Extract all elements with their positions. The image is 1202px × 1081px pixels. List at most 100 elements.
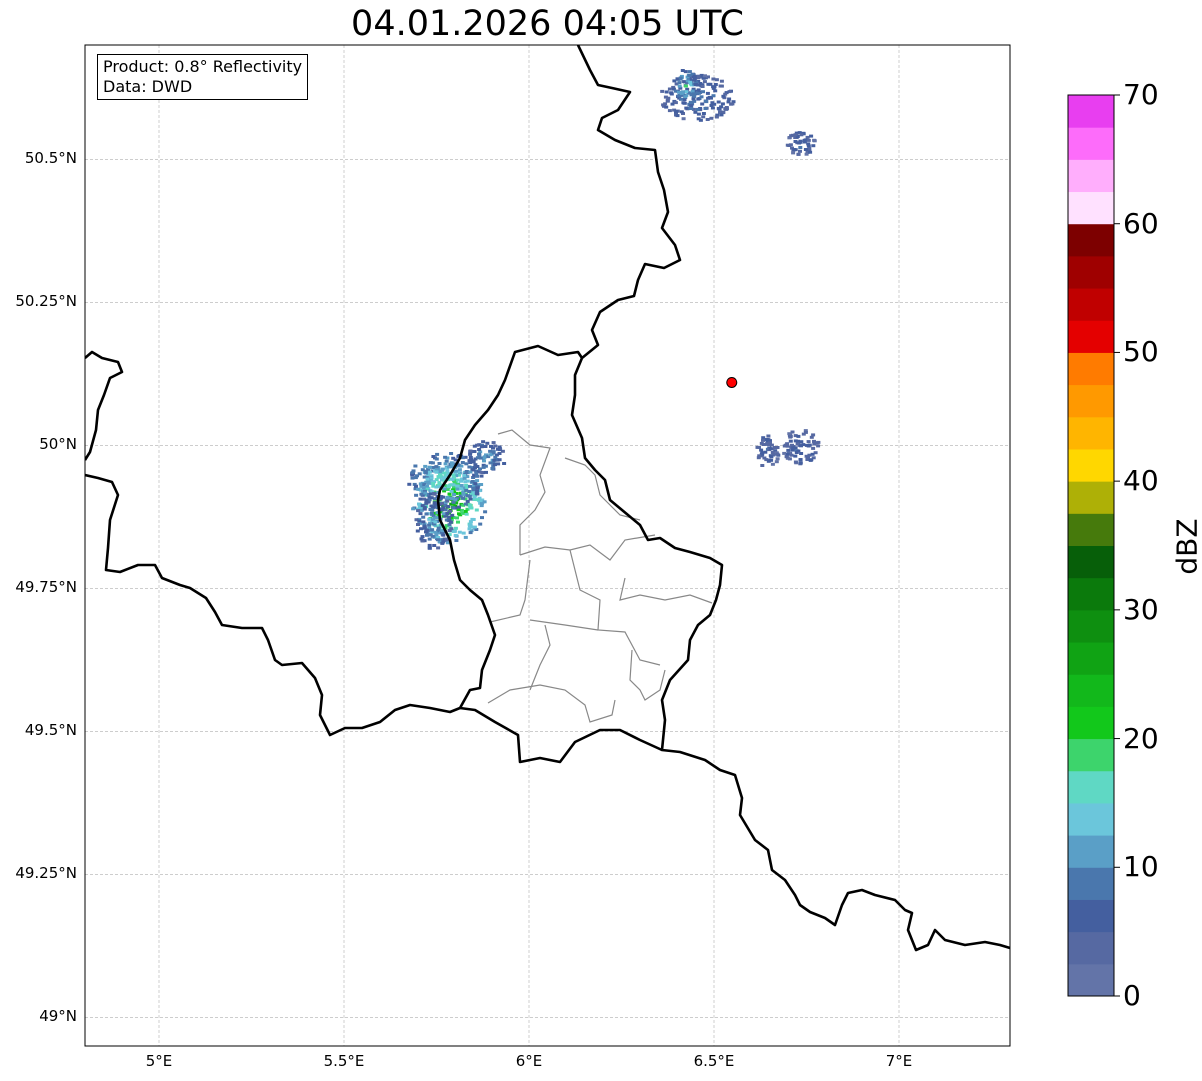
echo-pixel [683,70,688,74]
echo-pixel [433,520,438,524]
echo-pixel [491,441,496,445]
colorbar-segment [1068,609,1114,643]
echo-pixel [424,512,429,516]
echo-pixel [478,456,483,460]
lat-tick-label: 49.5°N [24,721,77,740]
echo-pixel [490,467,495,470]
echo-pixel [418,497,423,501]
echo-pixel [475,474,479,478]
colorbar-segment [1068,835,1114,868]
echo-pixel [679,110,684,114]
echo-pixel [812,439,816,443]
echo-pixel [816,444,821,448]
colorbar-segment [1068,288,1114,321]
echo-pixel [711,77,716,81]
echo-pixel [789,453,794,457]
echo-pixel [418,512,423,516]
echo-pixel [806,138,811,142]
echo-pixel [459,479,464,483]
echo-pixel [415,487,420,491]
echo-pixel [456,520,460,524]
echo-pixel [786,448,791,452]
echo-pixel [497,458,502,462]
echo-pixel [669,92,674,96]
echo-pixel [692,76,697,80]
echo-pixel [798,149,802,153]
colorbar-segment [1068,352,1114,386]
echo-pixel [451,506,456,510]
echo-pixel [448,483,453,487]
echo-pixel [420,535,425,539]
echo-pixel [720,102,725,106]
echo-pixel [761,436,766,440]
echo-pixel [430,461,435,465]
echo-pixel [472,444,477,448]
echo-pixel [436,526,441,530]
echo-pixel [427,523,432,527]
echo-pixel [450,477,455,481]
echo-pixel [445,499,450,503]
echo-pixel [413,464,418,468]
echo-pixel [677,90,681,94]
colorbar-segment [1068,448,1114,482]
echo-pixel [441,533,446,537]
echo-pixel [801,443,806,447]
echo-pixel [472,525,477,529]
echo-pixel [482,459,486,463]
echo-pixel [710,106,715,110]
colorbar-tick-label: 0 [1123,979,1141,1012]
echo-pixel [681,101,686,105]
echo-pixel [463,502,468,506]
echo-pixel [427,470,432,474]
echo-pixel [475,486,480,490]
echo-pixel [721,94,726,98]
echo-pixel [677,81,682,85]
echo-pixel [724,106,729,109]
echo-pixel [768,441,772,445]
echo-pixel [468,531,473,535]
echo-pixel [678,76,683,80]
lon-tick-label: 6.5°E [693,1052,735,1070]
echo-pixel [788,143,793,147]
echo-pixel [681,117,686,121]
echo-pixel [443,455,448,459]
echo-pixel [799,440,804,444]
colorbar-segment [1068,159,1114,193]
colorbar-segment [1068,963,1114,997]
echo-pixel [775,446,780,449]
radar-site-marker [726,376,738,388]
echo-pixel [423,491,428,495]
echo-pixel [714,78,719,82]
info-box: Product: 0.8° Reflectivity Data: DWD [97,54,309,100]
echo-pixel [424,530,428,534]
echo-pixel [488,449,493,453]
echo-pixel [699,95,704,99]
echo-pixel [674,109,679,113]
echo-pixel [432,491,437,495]
echo-pixel [803,148,808,151]
echo-pixel [716,100,721,104]
echo-pixel [757,445,761,449]
echo-pixel [434,465,439,469]
echo-pixel [683,95,688,99]
echo-pixel [502,462,507,465]
echo-pixel [429,496,434,500]
echo-pixel [684,106,689,110]
echo-pixel [417,472,422,476]
colorbar-segment [1068,706,1114,740]
echo-pixel [806,444,811,448]
colorbar-tick-label: 70 [1123,78,1159,111]
colorbar-segment [1068,255,1114,289]
echo-pixel [810,452,815,456]
echo-pixel [468,503,473,507]
echo-pixel [798,146,803,149]
echo-pixel [473,482,478,486]
echo-pixel [424,498,429,502]
echo-pixel [702,80,707,84]
echo-pixel [696,91,701,95]
echo-pixel [420,504,425,508]
echo-pixel [797,141,802,145]
echo-pixel [713,89,718,93]
echo-pixel [495,447,500,451]
echo-pixel [712,102,717,106]
